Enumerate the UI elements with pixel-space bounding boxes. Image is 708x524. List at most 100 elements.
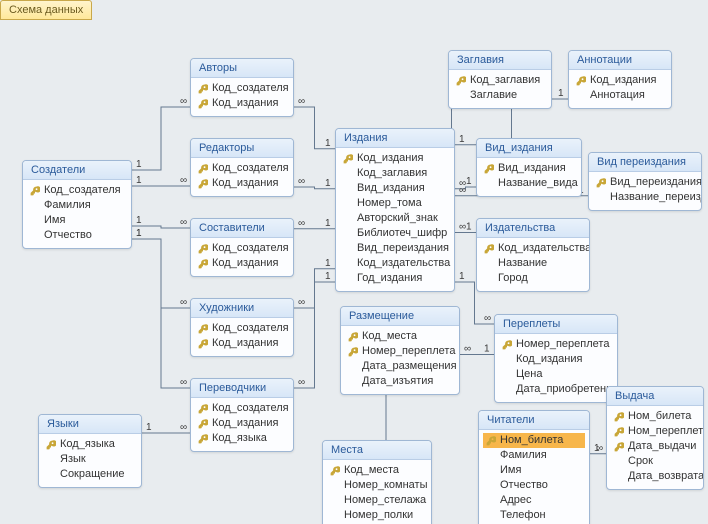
field[interactable]: Название xyxy=(481,256,585,271)
field[interactable]: Заглавие xyxy=(453,88,547,103)
table-header[interactable]: Редакторы xyxy=(191,139,293,158)
table-header[interactable]: Художники xyxy=(191,299,293,318)
table-translators[interactable]: Переводчики Код_создателяКод_изданияКод_я… xyxy=(190,378,294,452)
table-header[interactable]: Выдача xyxy=(607,387,703,406)
table-languages[interactable]: Языки Код_языкаЯзыкСокращение xyxy=(38,414,142,488)
field[interactable]: Вид_переиздания xyxy=(340,241,450,256)
field[interactable]: Код_издания xyxy=(340,151,450,166)
table-placement[interactable]: Размещение Код_местаНомер_переплетаДата_р… xyxy=(340,306,460,395)
table-readers[interactable]: Читатели Ном_билетаФамилияИмяОтчествоАдре… xyxy=(478,410,590,524)
field[interactable]: Код_создателя xyxy=(195,81,289,96)
field[interactable]: Код_издания xyxy=(195,336,289,351)
field[interactable]: Аннотация xyxy=(573,88,667,103)
field[interactable]: Имя xyxy=(27,213,127,228)
field[interactable]: Код_места xyxy=(345,329,455,344)
table-editors[interactable]: Редакторы Код_создателяКод_издания xyxy=(190,138,294,197)
table-places[interactable]: Места Код_местаНомер_комнатыНомер_стелажа… xyxy=(322,440,432,524)
table-header[interactable]: Языки xyxy=(39,415,141,434)
field[interactable]: Адрес xyxy=(483,493,585,508)
field[interactable]: Авторский_знак xyxy=(340,211,450,226)
field[interactable]: Библиотеч_шифр xyxy=(340,226,450,241)
field[interactable]: Код_создателя xyxy=(195,401,289,416)
field[interactable]: Номер_стелажа xyxy=(327,493,427,508)
field[interactable]: Номер_переплета xyxy=(499,337,613,352)
table-header[interactable]: Заглавия xyxy=(449,51,551,70)
field[interactable]: Код_издательства xyxy=(340,256,450,271)
table-header[interactable]: Составители xyxy=(191,219,293,238)
svg-text:1: 1 xyxy=(325,271,331,282)
field-name: Срок xyxy=(628,455,653,468)
field[interactable]: Код_языка xyxy=(43,437,137,452)
field[interactable]: Код_создателя xyxy=(195,241,289,256)
field[interactable]: Код_издания xyxy=(499,352,613,367)
field[interactable]: Цена xyxy=(499,367,613,382)
field[interactable]: Дата_приобретения xyxy=(499,382,613,397)
field[interactable]: Номер_тома xyxy=(340,196,450,211)
table-header[interactable]: Создатели xyxy=(23,161,131,180)
field[interactable]: Название_вида xyxy=(481,176,577,191)
field[interactable]: Номер_полки xyxy=(327,508,427,523)
relationships-canvas[interactable]: Схема данных 1∞1∞1∞1∞1∞1∞∞1∞1∞1∞1∞1∞111∞… xyxy=(0,0,708,524)
field[interactable]: Дата_изъятия xyxy=(345,374,455,389)
table-header[interactable]: Места xyxy=(323,441,431,460)
field[interactable]: Код_создателя xyxy=(195,321,289,336)
field[interactable]: Дата_возврата xyxy=(611,469,699,484)
table-issuance[interactable]: Выдача Ном_билетаНом_переплетаДата_выдачи… xyxy=(606,386,704,490)
table-header[interactable]: Издательства xyxy=(477,219,589,238)
field[interactable]: Код_создателя xyxy=(27,183,127,198)
table-publishers[interactable]: Издательства Код_издательстваНазваниеГоро… xyxy=(476,218,590,292)
table-bindings[interactable]: Переплеты Номер_переплетаКод_изданияЦенаД… xyxy=(494,314,618,403)
field[interactable]: Вид_переиздания xyxy=(593,175,697,190)
field[interactable]: Ном_билета xyxy=(483,433,585,448)
table-header[interactable]: Читатели xyxy=(479,411,589,430)
table-header[interactable]: Вид переиздания xyxy=(589,153,701,172)
table-authors[interactable]: Авторы Код_создателяКод_издания xyxy=(190,58,294,117)
field[interactable]: Дата_выдачи xyxy=(611,439,699,454)
table-header[interactable]: Переплеты xyxy=(495,315,617,334)
field[interactable]: Код_издания xyxy=(195,176,289,191)
field[interactable]: Код_издания xyxy=(195,96,289,111)
field[interactable]: Код_создателя xyxy=(195,161,289,176)
table-header[interactable]: Вид_издания xyxy=(477,139,581,158)
field[interactable]: Код_места xyxy=(327,463,427,478)
field[interactable]: Название_переиздания xyxy=(593,190,697,205)
field[interactable]: Дата_размещения xyxy=(345,359,455,374)
table-header[interactable]: Размещение xyxy=(341,307,459,326)
table-artists[interactable]: Художники Код_создателяКод_издания xyxy=(190,298,294,357)
field[interactable]: Телефон xyxy=(483,508,585,523)
table-pubtype[interactable]: Вид_изданияВид_изданияНазвание_вида xyxy=(476,138,582,197)
field[interactable]: Ном_переплета xyxy=(611,424,699,439)
field[interactable]: Год_издания xyxy=(340,271,450,286)
field[interactable]: Код_издания xyxy=(195,256,289,271)
table-reprint[interactable]: Вид переиздания Вид_переизданияНазвание_п… xyxy=(588,152,702,211)
field[interactable]: Город xyxy=(481,271,585,286)
field[interactable]: Фамилия xyxy=(27,198,127,213)
field[interactable]: Вид_издания xyxy=(340,181,450,196)
field[interactable]: Код_заглавия xyxy=(340,166,450,181)
field[interactable]: Код_языка xyxy=(195,431,289,446)
field[interactable]: Ном_билета xyxy=(611,409,699,424)
field[interactable]: Номер_переплета xyxy=(345,344,455,359)
table-creators[interactable]: Создатели Код_создателяФамилияИмяОтчество xyxy=(22,160,132,249)
field[interactable]: Вид_издания xyxy=(481,161,577,176)
field[interactable]: Отчество xyxy=(27,228,127,243)
field[interactable]: Код_издательства xyxy=(481,241,585,256)
field[interactable]: Фамилия xyxy=(483,448,585,463)
table-annot[interactable]: Аннотации Код_изданияАннотация xyxy=(568,50,672,109)
field[interactable]: Отчество xyxy=(483,478,585,493)
table-header[interactable]: Издания xyxy=(336,129,454,148)
table-header[interactable]: Аннотации xyxy=(569,51,671,70)
field[interactable]: Язык xyxy=(43,452,137,467)
field[interactable]: Код_издания xyxy=(573,73,667,88)
table-titles_t[interactable]: Заглавия Код_заглавияЗаглавие xyxy=(448,50,552,109)
field[interactable]: Код_заглавия xyxy=(453,73,547,88)
field[interactable]: Срок xyxy=(611,454,699,469)
field[interactable]: Сокращение xyxy=(43,467,137,482)
field[interactable]: Номер_комнаты xyxy=(327,478,427,493)
table-editions[interactable]: Издания Код_изданияКод_заглавияВид_издани… xyxy=(335,128,455,292)
table-compilers[interactable]: Составители Код_создателяКод_издания xyxy=(190,218,294,277)
table-header[interactable]: Переводчики xyxy=(191,379,293,398)
field[interactable]: Имя xyxy=(483,463,585,478)
field[interactable]: Код_издания xyxy=(195,416,289,431)
table-header[interactable]: Авторы xyxy=(191,59,293,78)
